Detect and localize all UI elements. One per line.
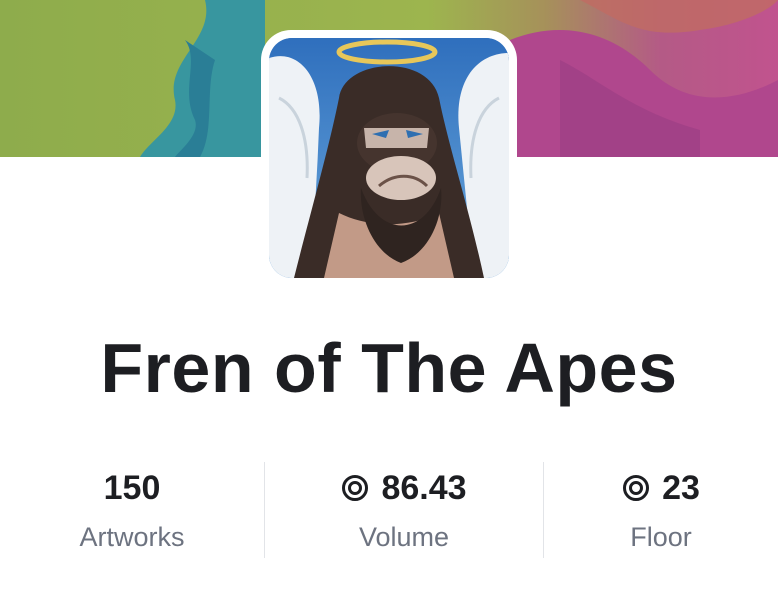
stat-artworks-number: 150 [103,468,161,507]
currency-ring-icon [341,474,369,502]
currency-ring-icon [622,474,650,502]
stat-artworks-label: Artworks [79,522,185,552]
stat-artworks: 150 Artworks [0,462,264,558]
collection-avatar[interactable] [261,30,517,286]
stat-volume: 86.43 Volume [265,462,543,558]
stat-volume-number: 86.43 [381,468,467,507]
collection-profile: Fren of The Apes 150 Artworks 86.43 Volu… [0,0,778,596]
stat-floor: 23 Floor [544,462,778,558]
stat-floor-value: 23 [544,462,778,514]
stat-volume-label: Volume [358,522,450,552]
stat-volume-value: 86.43 [265,462,543,514]
stat-floor-label: Floor [630,522,692,552]
collection-title: Fren of The Apes [100,329,678,407]
collection-stats: 150 Artworks 86.43 Volume 23 Floor [0,462,778,558]
avatar-image [269,38,509,278]
stat-artworks-value: 150 [0,462,264,514]
stat-floor-number: 23 [662,468,700,507]
